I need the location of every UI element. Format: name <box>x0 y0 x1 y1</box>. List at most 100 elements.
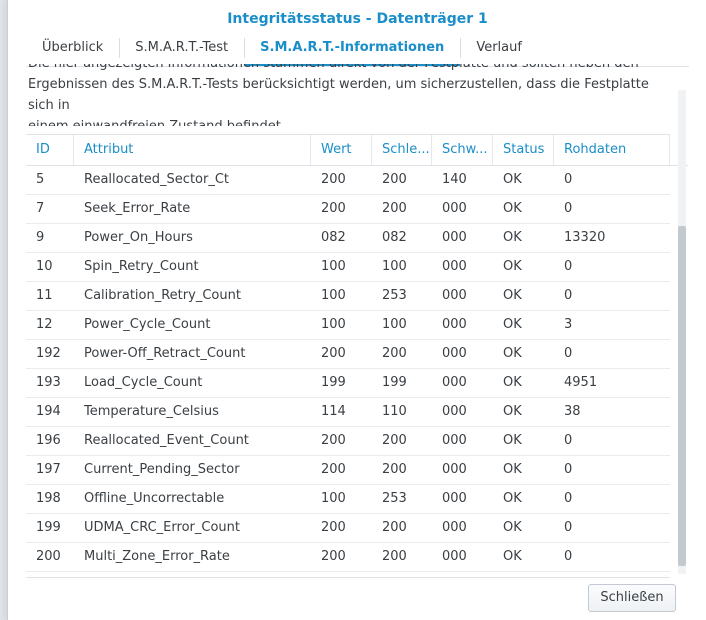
cell-threshold: 253 <box>382 288 407 303</box>
cell-value: 200 <box>321 433 346 448</box>
table-row[interactable]: 194 Temperature_Celsius 114 110 000 OK 38 <box>26 398 670 427</box>
cell-value: 100 <box>321 491 346 506</box>
smart-attribute-table: ID Attribut Wert Schle... Schw... Status… <box>26 134 688 578</box>
cell-status: OK <box>503 230 522 245</box>
cell-status: OK <box>503 491 522 506</box>
cell-worst: 000 <box>442 259 467 274</box>
cell-id: 12 <box>36 317 53 332</box>
cell-threshold: 199 <box>382 375 407 390</box>
cell-raw-data: 0 <box>564 433 573 448</box>
cell-id: 10 <box>36 259 53 274</box>
cell-threshold: 100 <box>382 317 407 332</box>
table-row[interactable]: 196 Reallocated_Event_Count 200 200 000 OK 0 <box>26 427 670 456</box>
cell-id: 200 <box>36 549 61 564</box>
table-row[interactable]: 9 Power_On_Hours 082 082 000 OK 13320 <box>26 224 670 253</box>
cell-value: 100 <box>321 317 346 332</box>
tab-bar: Überblick S.M.A.R.T.-Test S.M.A.R.T.-Inf… <box>26 36 538 66</box>
dialog-title-bar[interactable]: Integritätsstatus - Datenträger 1 <box>8 0 706 36</box>
cell-worst: 000 <box>442 549 467 564</box>
cell-raw-data: 0 <box>564 201 573 216</box>
cell-status: OK <box>503 172 522 187</box>
cell-attribute: Offline_Uncorrectable <box>84 491 225 506</box>
column-header-raw-data[interactable]: Rohdaten <box>554 135 670 165</box>
cell-worst: 000 <box>442 288 467 303</box>
cell-id: 192 <box>36 346 61 361</box>
cell-worst: 000 <box>442 346 467 361</box>
table-scrollbar-thumb[interactable] <box>678 226 686 566</box>
table-row[interactable]: 11 Calibration_Retry_Count 100 253 000 OK 0 <box>26 282 670 311</box>
cell-id: 194 <box>36 404 61 419</box>
cell-worst: 000 <box>442 317 467 332</box>
cell-value: 200 <box>321 520 346 535</box>
tab-smart-info[interactable]: S.M.A.R.T.-Informationen <box>244 36 461 66</box>
dialog-title: Integritätsstatus - Datenträger 1 <box>227 11 488 27</box>
column-header-id[interactable]: ID <box>26 135 74 165</box>
close-button[interactable]: Schließen <box>588 584 676 612</box>
cell-threshold: 200 <box>382 520 407 535</box>
cell-id: 199 <box>36 520 61 535</box>
cell-worst: 000 <box>442 491 467 506</box>
integrity-status-dialog: Integritätsstatus - Datenträger 1 Überbl… <box>7 0 706 620</box>
description-text: Die hier angezeigten Informationen stamm… <box>26 64 666 126</box>
cell-attribute: Current_Pending_Sector <box>84 462 240 477</box>
cell-threshold: 200 <box>382 549 407 564</box>
table-row[interactable]: 199 UDMA_CRC_Error_Count 200 200 000 OK 0 <box>26 514 670 543</box>
column-header-worst[interactable]: Schw... <box>432 135 493 165</box>
cell-id: 193 <box>36 375 61 390</box>
cell-id: 7 <box>36 201 45 216</box>
cell-value: 200 <box>321 346 346 361</box>
cell-id: 5 <box>36 172 45 187</box>
table-row[interactable]: 10 Spin_Retry_Count 100 100 000 OK 0 <box>26 253 670 282</box>
table-row[interactable]: 12 Power_Cycle_Count 100 100 000 OK 3 <box>26 311 670 340</box>
cell-raw-data: 0 <box>564 462 573 477</box>
table-row[interactable]: 193 Load_Cycle_Count 199 199 000 OK 4951 <box>26 369 670 398</box>
tab-overview[interactable]: Überblick <box>26 36 119 66</box>
cell-attribute: Power_Cycle_Count <box>84 317 211 332</box>
cell-threshold: 200 <box>382 172 407 187</box>
cell-raw-data: 13320 <box>564 230 606 245</box>
column-header-value[interactable]: Wert <box>311 135 372 165</box>
cell-threshold: 200 <box>382 201 407 216</box>
cell-raw-data: 3 <box>564 317 573 332</box>
cell-value: 100 <box>321 288 346 303</box>
table-row[interactable]: 192 Power-Off_Retract_Count 200 200 000 OK 0 <box>26 340 670 369</box>
cell-attribute: Temperature_Celsius <box>84 404 219 419</box>
table-row[interactable]: 5 Reallocated_Sector_Ct 200 200 140 OK 0 <box>26 166 670 195</box>
cell-raw-data: 0 <box>564 288 573 303</box>
cell-worst: 000 <box>442 404 467 419</box>
cell-id: 197 <box>36 462 61 477</box>
cell-worst: 000 <box>442 462 467 477</box>
tab-history[interactable]: Verlauf <box>460 36 538 66</box>
table-body: 5 Reallocated_Sector_Ct 200 200 140 OK 0 7 Seek_… <box>26 166 670 572</box>
cell-worst: 000 <box>442 520 467 535</box>
cell-status: OK <box>503 317 522 332</box>
column-header-status[interactable]: Status <box>493 135 554 165</box>
column-header-threshold[interactable]: Schle... <box>372 135 432 165</box>
cell-id: 198 <box>36 491 61 506</box>
cell-status: OK <box>503 520 522 535</box>
cell-status: OK <box>503 549 522 564</box>
table-row[interactable]: 198 Offline_Uncorrectable 100 253 000 OK 0 <box>26 485 670 514</box>
table-row[interactable]: 200 Multi_Zone_Error_Rate 200 200 000 OK 0 <box>26 543 670 572</box>
cell-attribute: Power-Off_Retract_Count <box>84 346 246 361</box>
column-header-attribute[interactable]: Attribut <box>74 135 311 165</box>
cell-worst: 000 <box>442 201 467 216</box>
cell-attribute: Load_Cycle_Count <box>84 375 203 390</box>
table-row[interactable]: 197 Current_Pending_Sector 200 200 000 OK 0 <box>26 456 670 485</box>
tab-smart-test[interactable]: S.M.A.R.T.-Test <box>119 36 244 66</box>
table-scrollbar[interactable] <box>678 134 686 574</box>
cell-status: OK <box>503 462 522 477</box>
cell-value: 200 <box>321 462 346 477</box>
cell-value: 114 <box>321 404 346 419</box>
cell-raw-data: 0 <box>564 520 573 535</box>
cell-raw-data: 0 <box>564 172 573 187</box>
cell-id: 9 <box>36 230 45 245</box>
description-scrollbar[interactable] <box>678 90 686 134</box>
cell-value: 100 <box>321 259 346 274</box>
table-row[interactable]: 7 Seek_Error_Rate 200 200 000 OK 0 <box>26 195 670 224</box>
cell-attribute: Power_On_Hours <box>84 230 193 245</box>
description-line-3: einem einwandfreien Zustand befindet. <box>28 116 666 126</box>
cell-status: OK <box>503 346 522 361</box>
cell-value: 082 <box>321 230 346 245</box>
cell-worst: 000 <box>442 375 467 390</box>
